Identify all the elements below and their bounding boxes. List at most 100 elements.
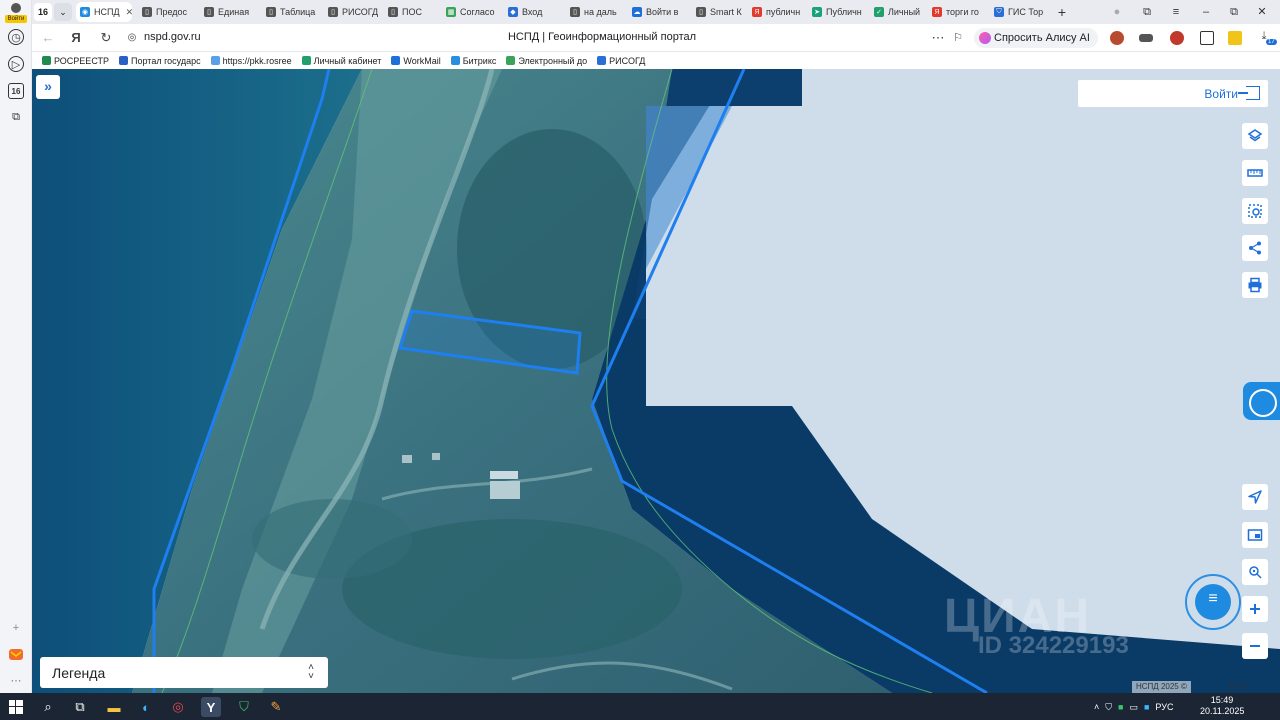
- page-title: НСПД | Геоинформационный портал: [507, 31, 697, 43]
- tab-count-button[interactable]: 16: [34, 3, 52, 21]
- browser-tab[interactable]: Япубличн: [748, 2, 804, 22]
- minimize-button[interactable]: –: [1198, 4, 1214, 20]
- notes-icon[interactable]: [1228, 31, 1242, 45]
- browser-tab[interactable]: ▯ на даль: [566, 2, 624, 22]
- bookmark-item[interactable]: Электронный до: [506, 56, 587, 66]
- chat-button[interactable]: [1185, 574, 1241, 630]
- minimap-icon: [1247, 529, 1263, 541]
- geo-search-button[interactable]: [1242, 559, 1268, 585]
- new-tab-button[interactable]: +: [1054, 4, 1070, 20]
- profile-avatar[interactable]: Войти: [5, 3, 27, 23]
- extension-icon[interactable]: [1110, 31, 1124, 45]
- windows-start-icon[interactable]: [6, 697, 26, 717]
- browser-tab[interactable]: ▯ РИСОГД: [324, 2, 380, 22]
- tab-label: торги го: [946, 7, 979, 17]
- file-explorer-icon[interactable]: ▬: [104, 697, 124, 717]
- select-area-icon: [1248, 204, 1262, 218]
- browser-tab[interactable]: Яторги го: [928, 2, 986, 22]
- clock[interactable]: 15:49 20.11.2025: [1200, 695, 1244, 717]
- bookmark-item[interactable]: Портал государс: [119, 56, 201, 66]
- more-icon[interactable]: ⋯: [8, 672, 24, 688]
- url-field[interactable]: nspd.gov.ru: [144, 31, 201, 43]
- language-indicator[interactable]: РУС: [1155, 702, 1173, 712]
- locate-button[interactable]: [1242, 484, 1268, 510]
- bookmark-item[interactable]: РИСОГД: [597, 56, 645, 66]
- ask-alice-button[interactable]: Спросить Алису AI: [974, 28, 1098, 48]
- browser-tab[interactable]: ⛉ ГИС Тор: [990, 2, 1050, 22]
- layers-tool-button[interactable]: [1242, 123, 1268, 149]
- login-button[interactable]: Войти: [1078, 80, 1268, 107]
- doc-icon: ▯: [388, 7, 398, 17]
- legend-dropdown[interactable]: Легенда ˄ ˅: [40, 657, 328, 688]
- screenshot-icon[interactable]: ⧉: [8, 109, 24, 125]
- browser-tab[interactable]: ▯ Единая: [200, 2, 258, 22]
- calendar-icon[interactable]: 16: [8, 83, 24, 99]
- search-icon[interactable]: ⌕: [38, 697, 58, 717]
- yandex-icon: Я: [932, 7, 942, 17]
- browser-tab[interactable]: ▯ Smart К: [692, 2, 744, 22]
- minimap-button[interactable]: [1242, 522, 1268, 548]
- bookmark-icon[interactable]: ⚐: [950, 30, 966, 46]
- back-button[interactable]: ←: [40, 30, 56, 46]
- app-icon[interactable]: ◎: [168, 697, 188, 717]
- collections-icon[interactable]: ⧉: [1139, 4, 1155, 20]
- browser-tab[interactable]: ▯ Таблица: [262, 2, 320, 22]
- reload-button[interactable]: ↻: [98, 30, 114, 46]
- bookmark-item[interactable]: https://pkk.rosree: [210, 56, 292, 66]
- tab-label: ПОС: [402, 7, 422, 17]
- map-view[interactable]: » Войти ЦИАН ID 324229193 ≡ Легенда ˄ ˅ …: [32, 69, 1280, 693]
- chat-side-button[interactable]: [1243, 382, 1280, 420]
- print-tool-button[interactable]: [1242, 272, 1268, 298]
- select-area-tool-button[interactable]: [1242, 198, 1268, 224]
- browser-tab[interactable]: ▯ ПОС: [384, 2, 438, 22]
- shield-tray-icon[interactable]: ⛉: [1105, 702, 1112, 713]
- profile-icon[interactable]: ●: [1109, 4, 1125, 20]
- map-icon: ▦: [446, 7, 456, 17]
- bookmark-item[interactable]: WorkMail: [391, 56, 441, 66]
- bookmark-item[interactable]: РОСРЕЕСТР: [42, 56, 109, 66]
- app-tray-icon[interactable]: ■: [1144, 702, 1149, 712]
- task-view-icon[interactable]: ⧉: [70, 697, 90, 717]
- play-icon[interactable]: ▷: [8, 56, 24, 72]
- menu-icon[interactable]: ≡: [1168, 4, 1184, 20]
- network-tray-icon[interactable]: ▭: [1129, 702, 1138, 713]
- browser-tab[interactable]: ➤ Публичн: [808, 2, 866, 22]
- expand-panel-button[interactable]: »: [36, 75, 60, 99]
- chevron-up-icon[interactable]: ˄: [1094, 702, 1099, 712]
- browser-tab[interactable]: ☁ Войти в: [628, 2, 688, 22]
- extension-hat-icon[interactable]: [1139, 34, 1153, 42]
- bookmark-item[interactable]: Битрикс: [450, 56, 496, 66]
- tab-label: Smart К: [710, 7, 742, 17]
- extension-icon[interactable]: [1170, 31, 1184, 45]
- edge-icon[interactable]: ◐: [136, 697, 156, 717]
- site-info-icon[interactable]: ◎: [124, 30, 140, 46]
- tab-label: публичн: [766, 7, 801, 17]
- pen-app-icon[interactable]: ✎: [266, 697, 286, 717]
- zoom-in-button[interactable]: [1242, 596, 1268, 622]
- history-icon[interactable]: ◷: [8, 29, 24, 45]
- close-window-button[interactable]: ✕: [1254, 4, 1270, 20]
- browser-tab[interactable]: ▦ Согласо: [442, 2, 500, 22]
- zoom-out-button[interactable]: [1242, 633, 1268, 659]
- browser-sidebar: Войти ◷ ▷ 16 ⧉ + ⋯: [0, 0, 32, 693]
- share-tool-button[interactable]: [1242, 235, 1268, 261]
- bookmark-favicon-icon: [506, 56, 516, 65]
- browser-tab[interactable]: ◆ Вход: [504, 2, 562, 22]
- chevron-down-icon[interactable]: ⌄: [54, 3, 72, 21]
- shield-app-icon[interactable]: ⛉: [234, 697, 254, 717]
- close-tab-icon[interactable]: ✕: [126, 7, 132, 18]
- browser-tab[interactable]: ▯ Предос: [138, 2, 196, 22]
- restore-button[interactable]: ⧉: [1226, 4, 1242, 20]
- security-tray-icon[interactable]: ■: [1118, 702, 1123, 712]
- measure-tool-button[interactable]: [1242, 160, 1268, 186]
- yandex-home-button[interactable]: Я: [68, 30, 84, 46]
- tab-label: на даль: [584, 7, 617, 17]
- more-actions-icon[interactable]: ⋯: [930, 30, 946, 46]
- mail-app-icon[interactable]: [8, 646, 24, 662]
- puzzle-icon[interactable]: [1200, 31, 1214, 45]
- yandex-browser-icon[interactable]: Y: [201, 697, 221, 717]
- add-panel-icon[interactable]: +: [8, 620, 24, 636]
- bookmark-item[interactable]: Личный кабинет: [301, 56, 381, 66]
- browser-tab[interactable]: ◉ НСПД ✕: [76, 2, 132, 22]
- browser-tab[interactable]: ✓ Личный: [870, 2, 924, 22]
